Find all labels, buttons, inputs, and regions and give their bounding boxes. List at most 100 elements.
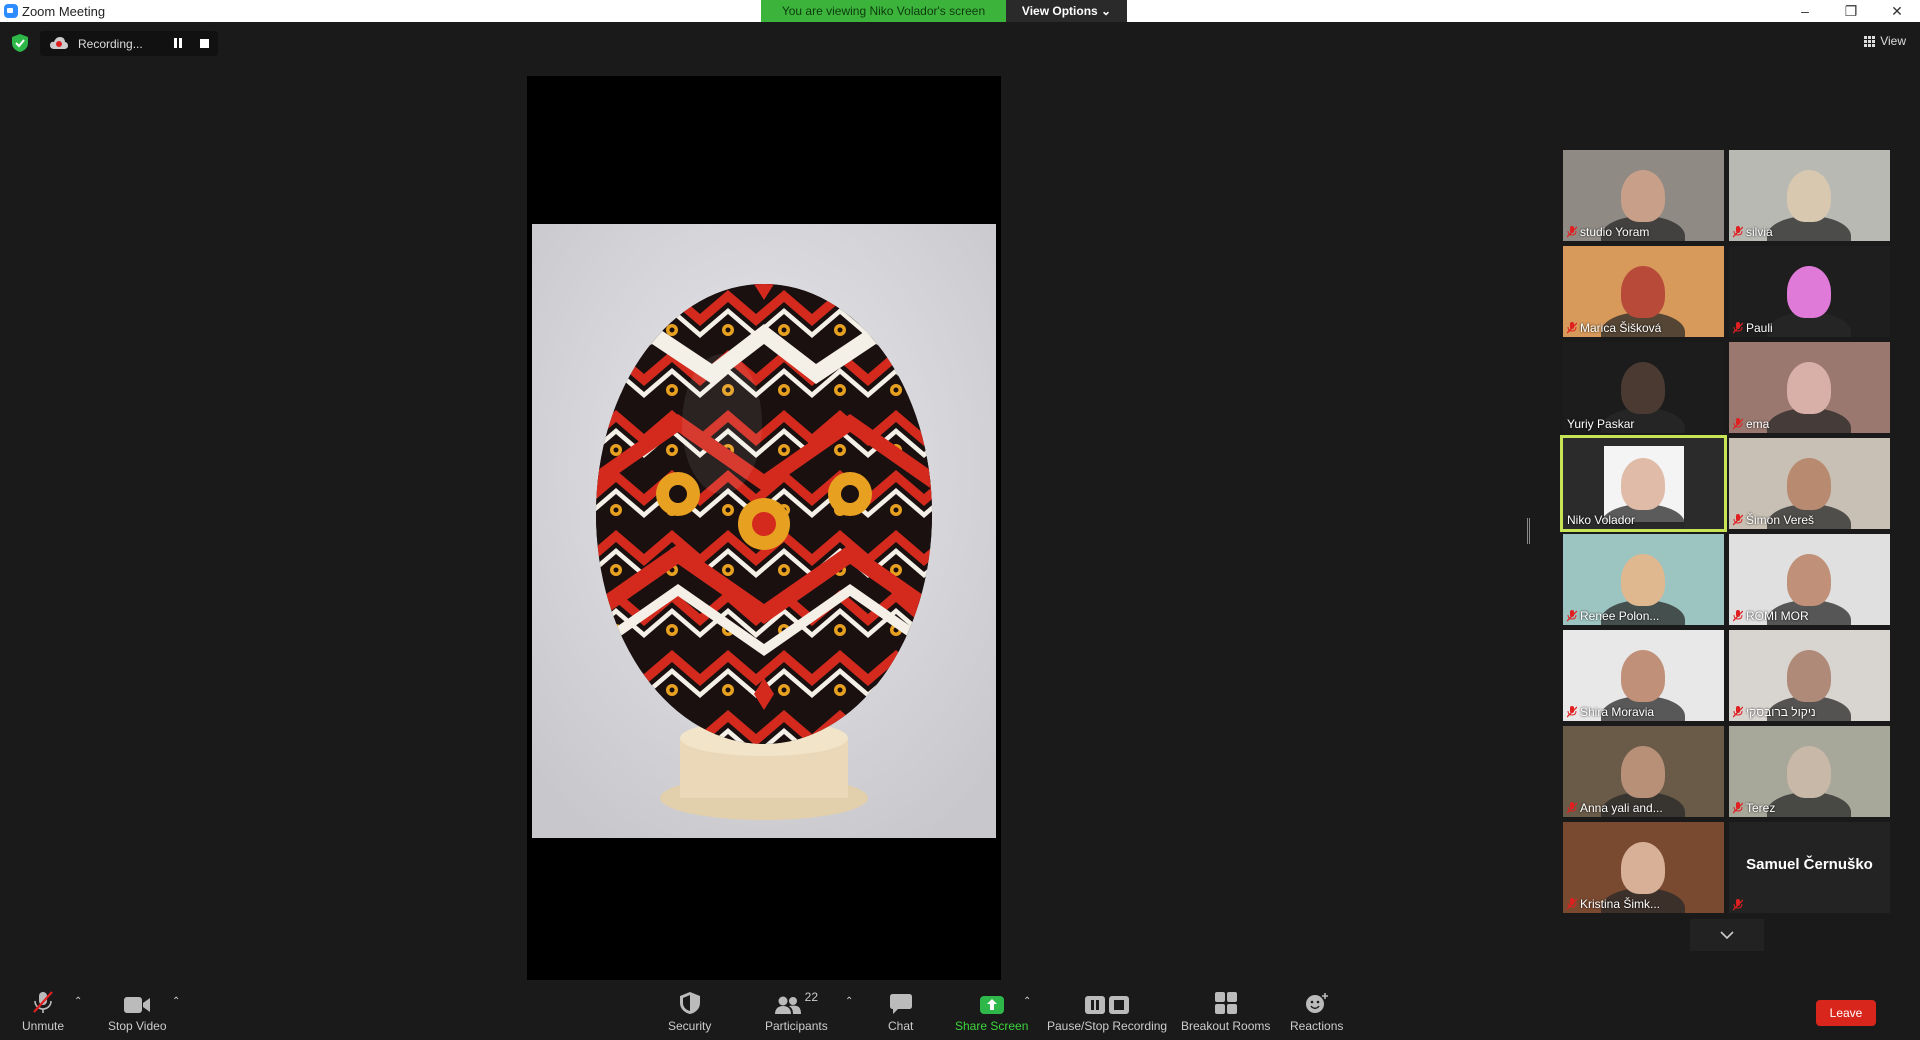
panel-resize-handle[interactable] [1527, 518, 1530, 544]
shared-screen[interactable] [527, 76, 1001, 986]
stop-video-label: Stop Video [108, 1019, 167, 1033]
participant-tile[interactable]: Anna yali and... [1563, 726, 1724, 817]
chevron-down-icon [1720, 931, 1734, 939]
mic-muted-icon [1733, 706, 1743, 718]
security-label: Security [668, 1019, 712, 1033]
participant-name-tag [1733, 899, 1743, 911]
share-screen-button[interactable]: Share Screen [955, 990, 1028, 1033]
participant-name: ema [1746, 417, 1770, 431]
unmute-button[interactable]: Unmute [22, 990, 64, 1033]
breakout-rooms-button[interactable]: Breakout Rooms [1181, 990, 1270, 1033]
participant-name: Terez [1746, 801, 1776, 815]
recording-label: Recording... [78, 37, 143, 51]
participant-tile[interactable]: studio Yoram [1563, 150, 1724, 241]
view-label: View [1880, 34, 1906, 48]
participants-button[interactable]: 22 Participants [765, 990, 828, 1033]
unmute-label: Unmute [22, 1019, 65, 1033]
view-button[interactable]: View [1864, 34, 1906, 48]
participant-face [1621, 170, 1665, 222]
participant-tile[interactable]: Šimon Vereš [1729, 438, 1890, 529]
grid-view-icon [1864, 35, 1876, 47]
participant-name-tag: ema [1733, 417, 1769, 431]
participant-name: ROMI MOR [1746, 609, 1809, 623]
mic-muted-icon [1567, 802, 1577, 814]
chat-button[interactable]: Chat [888, 990, 913, 1033]
pause-stop-recording-button[interactable]: Pause/Stop Recording [1047, 990, 1167, 1033]
participant-tile[interactable]: Marica Šišková [1563, 246, 1724, 337]
minimize-button[interactable]: – [1782, 0, 1828, 22]
zoom-logo-icon [4, 4, 18, 18]
participant-name-tag: Terez [1733, 801, 1775, 815]
participant-name: Kristina Šimk... [1580, 897, 1661, 911]
stop-video-button[interactable]: Stop Video [108, 990, 167, 1033]
participant-name: Šimon Vereš [1746, 513, 1815, 527]
participant-tile[interactable]: Terez [1729, 726, 1890, 817]
mic-muted-icon [1733, 226, 1743, 238]
participant-tile[interactable]: Pauli [1729, 246, 1890, 337]
mic-muted-icon [1733, 610, 1743, 622]
video-options-caret-icon[interactable]: ⌃ [172, 996, 180, 1007]
mic-muted-icon [33, 991, 53, 1013]
restore-button[interactable]: ❐ [1828, 0, 1874, 22]
security-button[interactable]: Security [668, 990, 711, 1033]
pause-recording-icon [1085, 996, 1106, 1014]
participant-face [1787, 746, 1831, 798]
participant-name: Yuriy Paskar [1567, 417, 1635, 431]
mic-muted-icon [1567, 706, 1577, 718]
share-options-caret-icon[interactable]: ⌃ [1023, 996, 1031, 1007]
cloud-recording-icon [50, 37, 68, 49]
stop-recording-icon[interactable] [200, 39, 209, 48]
participant-tile[interactable]: Shira Moravia [1563, 630, 1724, 721]
reactions-smiley-icon [1305, 993, 1328, 1013]
participant-name: Shira Moravia [1580, 705, 1655, 719]
breakout-rooms-icon [1214, 992, 1237, 1014]
viewing-screen-label: You are viewing Niko Volador's screen [761, 0, 1006, 22]
breakout-rooms-label: Breakout Rooms [1181, 1019, 1271, 1033]
window-controls: – ❐ ✕ [1782, 0, 1920, 22]
view-options-button[interactable]: View Options ⌄ [1006, 0, 1127, 22]
participant-face [1787, 650, 1831, 702]
participant-name-tag: ROMI MOR [1733, 609, 1809, 623]
participant-face [1621, 746, 1665, 798]
participant-face [1621, 842, 1665, 894]
audio-options-caret-icon[interactable]: ⌃ [74, 996, 82, 1007]
title-bar: Zoom Meeting You are viewing Niko Volado… [0, 0, 1920, 22]
zoom-meeting-window: Zoom Meeting You are viewing Niko Volado… [0, 0, 1920, 1040]
mic-muted-icon [1567, 610, 1577, 622]
participant-tile[interactable]: silvia [1729, 150, 1890, 241]
participant-tile[interactable]: ema [1729, 342, 1890, 433]
participant-name-tag: studio Yoram [1567, 225, 1649, 239]
video-camera-icon [124, 997, 151, 1013]
gallery-scroll-down-button[interactable] [1690, 919, 1764, 951]
mic-muted-icon [1733, 418, 1743, 430]
participant-face [1787, 458, 1831, 510]
participant-tile[interactable]: Niko Volador [1560, 435, 1727, 532]
encryption-shield-icon[interactable] [12, 34, 28, 52]
meeting-controls: Unmute ⌃ Stop Video ⌃ Security 22 Partic… [0, 980, 1920, 1040]
participant-name-tag: Pauli [1733, 321, 1773, 335]
participant-tile[interactable]: ניקול ברובסקי [1729, 630, 1890, 721]
participant-tile[interactable]: Yuriy Paskar [1563, 342, 1724, 433]
reactions-button[interactable]: Reactions [1290, 990, 1343, 1033]
participants-label: Participants [765, 1019, 828, 1033]
participant-name: ניקול ברובסקי [1746, 705, 1816, 719]
participants-options-caret-icon[interactable]: ⌃ [845, 996, 853, 1007]
participant-name: Renee Polon... [1580, 609, 1660, 623]
participant-count: 22 [804, 990, 819, 1004]
mic-muted-icon [1733, 514, 1743, 526]
participant-name: Anna yali and... [1580, 801, 1663, 815]
pause-recording-icon[interactable] [173, 38, 183, 48]
participant-tile[interactable]: Renee Polon... [1563, 534, 1724, 625]
participant-face [1621, 650, 1665, 702]
participant-name: silvia [1746, 225, 1773, 239]
leave-meeting-button[interactable]: Leave [1816, 1000, 1876, 1026]
participant-tile[interactable]: Kristina Šimk... [1563, 822, 1724, 913]
close-button[interactable]: ✕ [1874, 0, 1920, 22]
reactions-label: Reactions [1290, 1019, 1344, 1033]
chat-label: Chat [888, 1019, 914, 1033]
participant-tile[interactable]: Samuel Černuško [1729, 822, 1890, 913]
participant-name-large: Samuel Černuško [1746, 856, 1873, 873]
mic-muted-icon [1733, 899, 1743, 911]
participant-tile[interactable]: ROMI MOR [1729, 534, 1890, 625]
participant-face [1621, 458, 1665, 510]
